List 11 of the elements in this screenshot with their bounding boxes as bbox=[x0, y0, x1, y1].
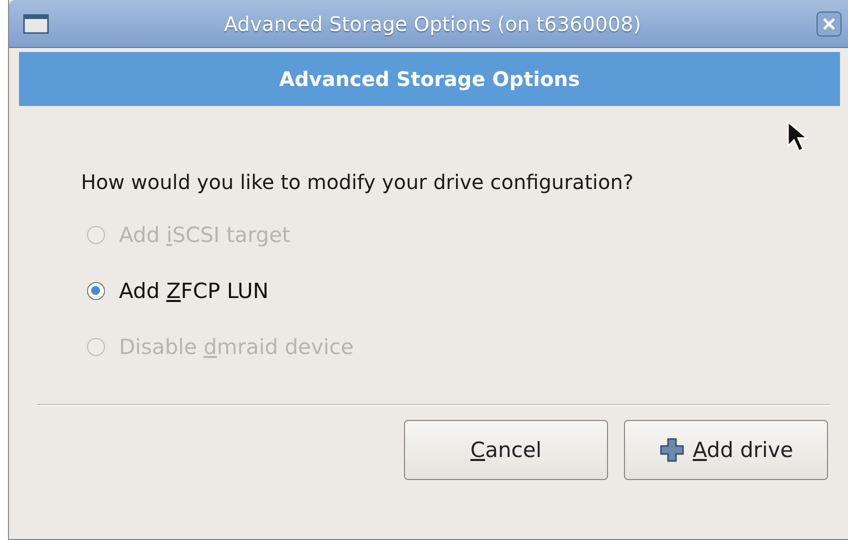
cancel-button[interactable]: Cancel bbox=[404, 420, 608, 480]
add-drive-button[interactable]: Add drive bbox=[624, 420, 828, 480]
option-label[interactable]: Add ZFCP LUN bbox=[119, 279, 269, 303]
close-icon[interactable] bbox=[816, 10, 842, 36]
window-icon[interactable] bbox=[23, 14, 49, 34]
plus-icon bbox=[658, 437, 685, 463]
radio-button[interactable] bbox=[87, 282, 105, 300]
window-title: Advanced Storage Options (on t6360008) bbox=[222, 12, 642, 36]
header-title: Advanced Storage Options bbox=[279, 67, 580, 91]
question-text: How would you like to modify your drive configuration? bbox=[81, 170, 634, 194]
cursor-icon bbox=[786, 120, 812, 154]
